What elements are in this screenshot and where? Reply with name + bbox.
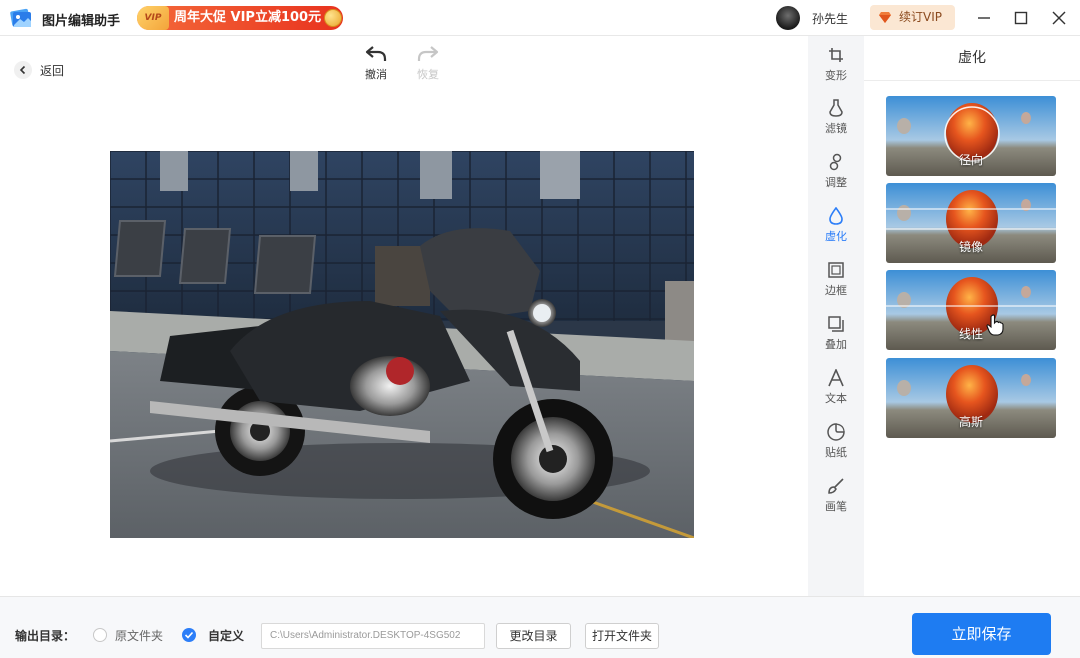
tool-adjust[interactable]: 调整 xyxy=(808,147,864,199)
canvas-image[interactable] xyxy=(110,151,694,538)
radio-custom-folder[interactable] xyxy=(182,628,196,642)
effect-mirror[interactable]: 镜像 xyxy=(886,183,1056,263)
diamond-icon xyxy=(879,12,891,23)
promo-text: 周年大促 VIP立减100元 xyxy=(174,10,322,25)
minimize-icon[interactable] xyxy=(972,6,996,30)
promo-vip-tag: VIP xyxy=(137,6,169,30)
app-title: 图片编辑助手 xyxy=(42,14,121,29)
output-path-input[interactable]: C:\Users\Administrator.DESKTOP-4SG502 xyxy=(261,623,485,649)
tool-border[interactable]: 边框 xyxy=(808,255,864,307)
tool-label: 文本 xyxy=(825,392,847,405)
tool-label: 画笔 xyxy=(825,500,847,513)
option-original-label[interactable]: 原文件夹 xyxy=(115,627,163,644)
text-icon xyxy=(826,368,846,388)
tool-label: 边框 xyxy=(825,284,847,297)
tool-text[interactable]: 文本 xyxy=(808,363,864,415)
redo-button[interactable]: 恢复 xyxy=(408,45,448,82)
app-logo-icon xyxy=(10,8,31,27)
open-folder-button[interactable]: 打开文件夹 xyxy=(585,623,659,649)
save-now-button[interactable]: 立即保存 xyxy=(912,613,1051,655)
maximize-icon[interactable] xyxy=(1009,6,1033,30)
undo-button[interactable]: 撤消 xyxy=(356,45,396,82)
coin-icon xyxy=(324,9,342,27)
tool-transform[interactable]: 变形 xyxy=(808,40,864,92)
sticker-icon xyxy=(826,422,846,442)
brush-icon xyxy=(826,476,846,496)
crop-icon xyxy=(826,45,846,65)
effect-label: 线性 xyxy=(958,327,983,341)
effect-radial[interactable]: 径向 xyxy=(886,96,1056,176)
panel-title: 虚化 xyxy=(864,36,1080,81)
tool-sticker[interactable]: 贴纸 xyxy=(808,417,864,469)
change-dir-button[interactable]: 更改目录 xyxy=(496,623,571,649)
chevron-left-icon xyxy=(14,61,32,79)
tool-label: 虚化 xyxy=(825,230,847,243)
redo-label: 恢复 xyxy=(417,68,439,81)
tool-label: 贴纸 xyxy=(825,446,847,459)
title-bar: 图片编辑助手 VIP 周年大促 VIP立减100元 孙先生 续订VIP xyxy=(0,0,1080,36)
tool-blur[interactable]: 虚化 xyxy=(808,201,864,253)
effect-label: 径向 xyxy=(958,153,983,167)
back-label: 返回 xyxy=(40,63,65,78)
motorcycle-photo xyxy=(110,151,694,538)
undo-label: 撤消 xyxy=(365,68,387,81)
avatar[interactable] xyxy=(776,6,800,30)
layers-icon xyxy=(826,314,846,334)
hand-cursor-icon xyxy=(986,314,1004,336)
close-icon[interactable] xyxy=(1047,6,1071,30)
effects-panel: 虚化 径向 镜像 线性 高斯 xyxy=(864,36,1080,596)
tool-label: 滤镜 xyxy=(825,122,847,135)
radio-original-folder[interactable] xyxy=(93,628,107,642)
promo-banner[interactable]: VIP 周年大促 VIP立减100元 xyxy=(137,6,343,30)
adjust-icon xyxy=(826,152,846,172)
tool-brush[interactable]: 画笔 xyxy=(808,471,864,523)
tool-label: 叠加 xyxy=(825,338,847,351)
check-icon xyxy=(184,631,194,639)
redo-icon xyxy=(417,46,439,61)
renew-vip-button[interactable]: 续订VIP xyxy=(870,5,955,30)
tool-overlay[interactable]: 叠加 xyxy=(808,309,864,361)
tool-filter[interactable]: 滤镜 xyxy=(808,93,864,145)
back-button[interactable]: 返回 xyxy=(14,60,64,80)
tool-label: 调整 xyxy=(825,176,847,189)
effect-label: 镜像 xyxy=(958,240,983,254)
effect-label: 高斯 xyxy=(958,415,983,429)
undo-icon xyxy=(365,46,387,61)
frame-icon xyxy=(826,260,846,280)
effect-linear[interactable]: 线性 xyxy=(886,270,1056,350)
flask-icon xyxy=(826,98,846,118)
droplet-icon xyxy=(826,206,846,226)
tool-label: 变形 xyxy=(825,69,847,82)
renew-vip-label: 续订VIP xyxy=(899,10,942,24)
effect-gaussian[interactable]: 高斯 xyxy=(886,358,1056,438)
footer: 输出目录： 原文件夹 自定义 C:\Users\Administrator.DE… xyxy=(0,596,1080,658)
username[interactable]: 孙先生 xyxy=(812,10,848,27)
output-dir-label: 输出目录： xyxy=(15,629,76,643)
option-custom-label[interactable]: 自定义 xyxy=(208,627,244,644)
tool-strip: 变形 滤镜 调整 虚化 边框 叠加 文本 贴纸 画笔 xyxy=(808,36,864,596)
